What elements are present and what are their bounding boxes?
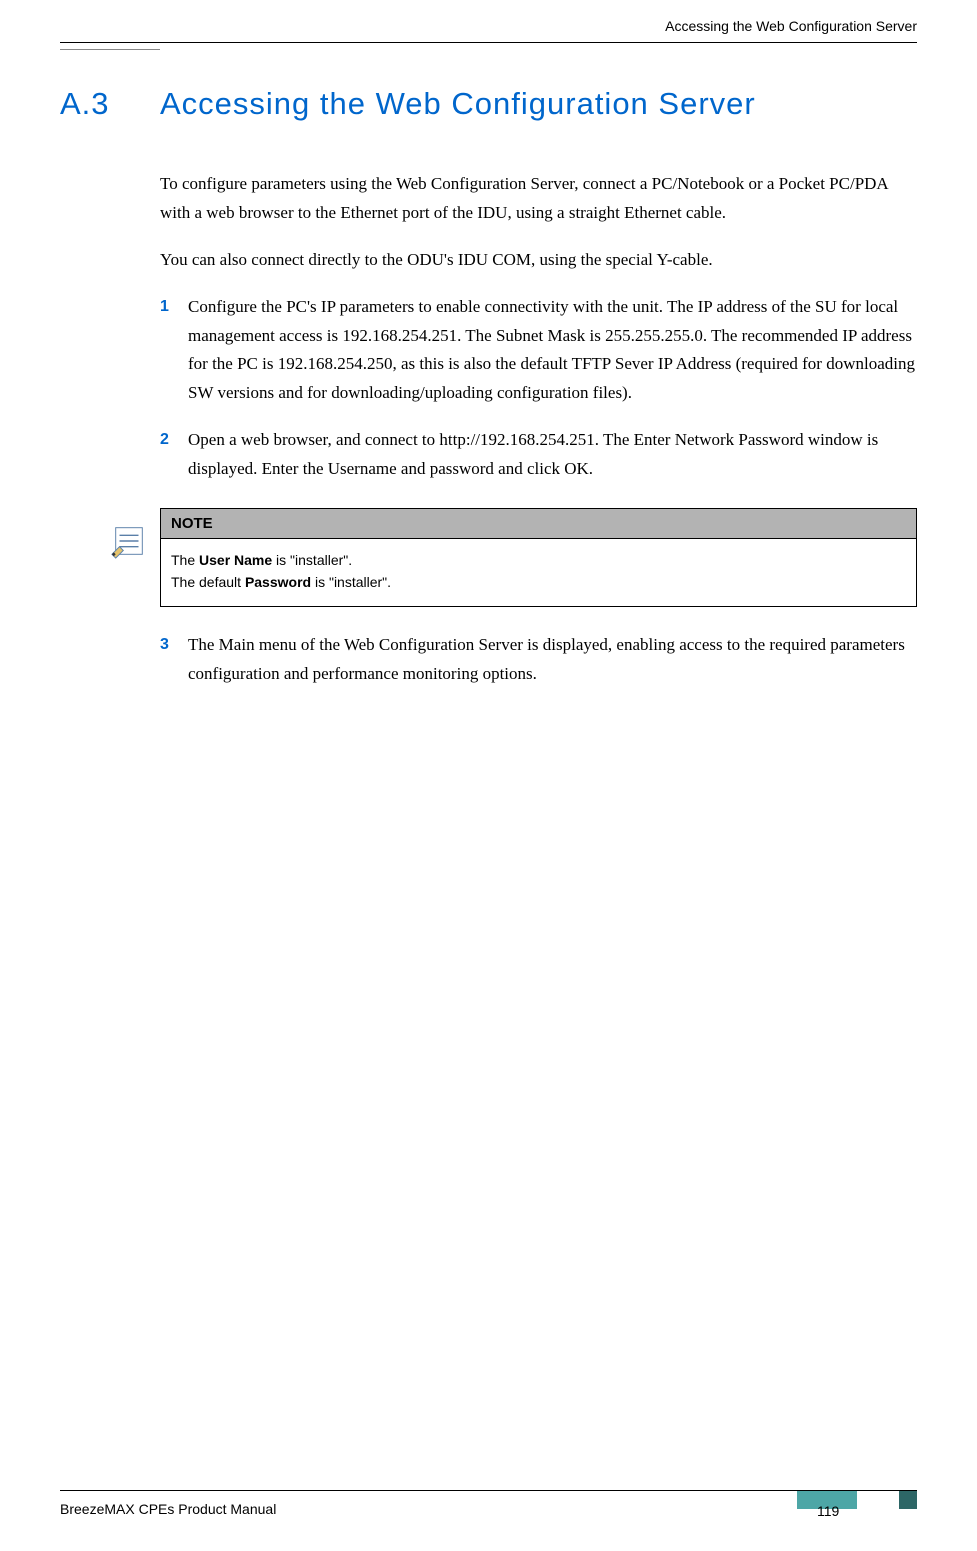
content-block: To configure parameters using the Web Co… (160, 170, 917, 689)
note-body: The User Name is "installer". The defaul… (161, 539, 916, 606)
step-number: 2 (160, 426, 188, 484)
note-text: is "installer". (272, 552, 352, 568)
note-container: NOTE The User Name is "installer". The d… (110, 508, 917, 607)
running-head: Accessing the Web Configuration Server (60, 0, 917, 42)
note-text: The default (171, 574, 245, 590)
note-line-2: The default Password is "installer". (171, 571, 906, 593)
page-number: 119 (817, 1503, 839, 1519)
step-text: Configure the PC's IP parameters to enab… (188, 293, 917, 409)
footer-bar: BreezeMAX CPEs Product Manual 119 (60, 1491, 917, 1521)
section-heading: A.3 Accessing the Web Configuration Serv… (60, 86, 917, 122)
step-text: The Main menu of the Web Configuration S… (188, 631, 917, 689)
note-text: is "installer". (311, 574, 391, 590)
footer-manual-title: BreezeMAX CPEs Product Manual (60, 1501, 276, 1517)
note-header: NOTE (161, 509, 916, 539)
header-rule-thin (60, 49, 160, 50)
intro-paragraph-2: You can also connect directly to the ODU… (160, 246, 917, 275)
section-title: Accessing the Web Configuration Server (160, 86, 917, 122)
step-number: 3 (160, 631, 188, 689)
page-footer: BreezeMAX CPEs Product Manual 119 (60, 1490, 917, 1521)
note-pencil-icon (110, 522, 148, 560)
note-line-1: The User Name is "installer". (171, 549, 906, 571)
section-number: A.3 (60, 86, 160, 122)
note-bold: Password (245, 574, 311, 590)
step-text: Open a web browser, and connect to http:… (188, 426, 917, 484)
note-box: NOTE The User Name is "installer". The d… (160, 508, 917, 607)
footer-tab-dark (899, 1491, 917, 1509)
step-2: 2 Open a web browser, and connect to htt… (160, 426, 917, 484)
note-text: The (171, 552, 199, 568)
step-number: 1 (160, 293, 188, 409)
header-rule (60, 42, 917, 43)
note-bold: User Name (199, 552, 272, 568)
footer-tab-container: 119 (797, 1497, 917, 1521)
intro-paragraph-1: To configure parameters using the Web Co… (160, 170, 917, 228)
step-3: 3 The Main menu of the Web Configuration… (160, 631, 917, 689)
step-1: 1 Configure the PC's IP parameters to en… (160, 293, 917, 409)
